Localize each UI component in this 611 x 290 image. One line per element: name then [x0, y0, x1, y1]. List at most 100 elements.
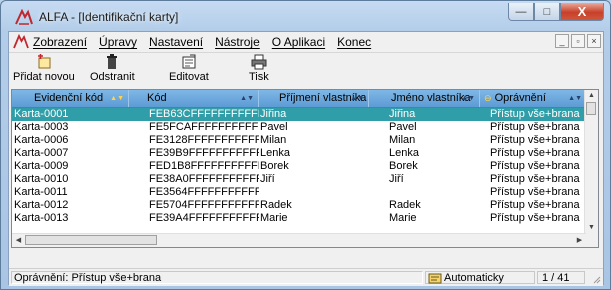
table-cell: Radek — [389, 199, 421, 211]
resize-grip-icon[interactable] — [591, 274, 601, 284]
scroll-corner — [585, 234, 598, 247]
status-record-position: 1 / 41 — [537, 271, 585, 284]
table-cell: Přístup vše+brana — [490, 186, 580, 198]
table-cell: Karta-0003 — [14, 121, 69, 133]
table-cell: Karta-0009 — [14, 160, 69, 172]
table-cell: Marie — [389, 212, 417, 224]
table-cell: Lenka — [260, 147, 290, 159]
table-row[interactable]: Karta-0011 FE3564FFFFFFFFFFFF Přístup vše+… — [12, 186, 586, 199]
horizontal-scrollbar[interactable]: ◀ ▶ — [12, 233, 586, 247]
menu-zobrazeni[interactable]: Zobrazení — [33, 35, 87, 49]
column-header-jmeno[interactable]: Jméno vlastníka ▲▼ — [369, 90, 480, 107]
menu-nastroje[interactable]: Nástroje — [215, 35, 260, 49]
table-cell: FED1B8FFFFFFFFFFFF — [149, 160, 259, 172]
title-bar[interactable]: ALFA - [Identifikační karty] — □ X — [1, 1, 610, 31]
menu-bar: Zobrazení Úpravy Nastavení Nástroje O Ap… — [9, 32, 603, 53]
sort-arrows-icon: ▲▼ — [461, 95, 475, 102]
column-header-prijmeni[interactable]: Příjmení vlastníka ▲▼ — [259, 90, 369, 107]
scroll-left-icon[interactable]: ◀ — [12, 234, 25, 247]
cards-grid[interactable]: Evidenční kód ▲▼ Kód ▲▼ Příjmení vlastní… — [11, 89, 599, 248]
grid-rows: Karta-0001 FEB63CFFFFFFFFFFFF Jiřina Jiřina… — [12, 108, 586, 225]
status-permission: Oprávnění: Přístup vše+brana — [11, 271, 423, 284]
column-header-label: Kód — [147, 92, 167, 104]
mdi-minimize-button[interactable]: _ — [555, 34, 569, 48]
menu-nastaveni[interactable]: Nastavení — [149, 35, 203, 49]
table-cell: Jiřina — [260, 108, 287, 120]
table-cell: Přístup vše+brana — [490, 108, 580, 120]
trash-icon — [107, 54, 118, 69]
minimize-button[interactable]: — — [508, 3, 534, 21]
table-cell: Lenka — [389, 147, 419, 159]
print-label: Tisk — [249, 71, 269, 83]
table-row[interactable]: Karta-0010 FE38A0FFFFFFFFFFFF Jiří Jiří Přís… — [12, 173, 586, 186]
table-cell: Milan — [260, 134, 287, 146]
add-card-icon — [37, 54, 51, 69]
table-cell: Karta-0007 — [14, 147, 69, 159]
close-button[interactable]: X — [560, 3, 604, 21]
status-mode[interactable]: Automaticky — [425, 271, 535, 284]
table-cell: Karta-0006 — [14, 134, 69, 146]
table-cell: Pavel — [389, 121, 417, 133]
mdi-restore-button[interactable]: ▫ — [571, 34, 585, 48]
table-cell: Jiří — [389, 173, 404, 185]
status-mode-label: Automaticky — [444, 272, 504, 284]
edit-button[interactable]: Editovat — [169, 54, 209, 83]
table-cell — [259, 186, 369, 199]
scroll-up-icon[interactable]: ▲ — [585, 90, 598, 102]
add-new-button[interactable]: Přidat novou — [13, 54, 75, 83]
sort-arrows-icon: ▲▼ — [110, 95, 124, 102]
table-cell: FE5704FFFFFFFFFFFF — [149, 199, 259, 211]
table-cell: FEB63CFFFFFFFFFFFF — [149, 108, 259, 120]
menu-items: Zobrazení Úpravy Nastavení Nástroje O Ap… — [33, 35, 371, 49]
table-cell: Přístup vše+brana — [490, 160, 580, 172]
mdi-close-button[interactable]: × — [587, 34, 601, 48]
delete-button[interactable]: Odstranit — [90, 54, 135, 83]
scroll-down-icon[interactable]: ▼ — [585, 222, 598, 234]
edit-label: Editovat — [169, 71, 209, 83]
table-row[interactable]: Karta-0001 FEB63CFFFFFFFFFFFF Jiřina Jiřina… — [12, 108, 586, 121]
menu-upravy[interactable]: Úpravy — [99, 35, 137, 49]
table-cell: Borek — [389, 160, 418, 172]
sort-arrows-icon: ▲▼ — [568, 95, 582, 102]
column-header-evidencni-kod[interactable]: Evidenční kód ▲▼ — [12, 90, 129, 107]
table-row[interactable]: Karta-0006 FE3128FFFFFFFFFFFF Milan Milan Př… — [12, 134, 586, 147]
table-row[interactable]: Karta-0009 FED1B8FFFFFFFFFFFF Borek Borek Př… — [12, 160, 586, 173]
table-cell: Přístup vše+brana — [490, 199, 580, 211]
table-cell: Karta-0011 — [14, 186, 68, 198]
key-icon: ⊖ — [484, 93, 492, 103]
mdi-client: Zobrazení Úpravy Nastavení Nástroje O Ap… — [8, 31, 604, 286]
alfa-child-icon[interactable] — [13, 34, 29, 49]
grid-header: Evidenční kód ▲▼ Kód ▲▼ Příjmení vlastní… — [12, 90, 586, 108]
table-cell: Marie — [260, 212, 288, 224]
mode-card-icon — [428, 273, 442, 284]
table-row[interactable]: Karta-0012 FE5704FFFFFFFFFFFF Radek Radek Př… — [12, 199, 586, 212]
table-cell: Přístup vše+brana — [490, 212, 580, 224]
column-header-kod[interactable]: Kód ▲▼ — [129, 90, 259, 107]
menu-o-aplikaci[interactable]: O Aplikaci — [272, 35, 325, 49]
table-row[interactable]: Karta-0013 FE39A4FFFFFFFFFFFF Marie Marie Př… — [12, 212, 586, 225]
status-bar: Oprávnění: Přístup vše+brana Automaticky… — [9, 268, 603, 286]
printer-icon — [251, 54, 267, 70]
table-cell: FE39A4FFFFFFFFFFFF — [149, 212, 259, 224]
table-cell: Karta-0013 — [14, 212, 69, 224]
table-cell: Přístup vše+brana — [490, 173, 580, 185]
column-header-opravneni[interactable]: ⊖ Oprávnění ▲▼ — [480, 90, 586, 107]
table-cell: Karta-0001 — [14, 108, 69, 120]
maximize-button[interactable]: □ — [534, 3, 560, 21]
vertical-scrollbar[interactable]: ▲ ▼ — [584, 90, 598, 234]
table-cell: Karta-0012 — [14, 199, 69, 211]
menu-konec[interactable]: Konec — [337, 35, 371, 49]
hscroll-thumb[interactable] — [25, 235, 157, 245]
table-row[interactable]: Karta-0003FE5FCAFFFFFFFFFFFFPavelPavelPř… — [12, 121, 586, 134]
scroll-thumb[interactable] — [586, 102, 596, 115]
app-window: ALFA - [Identifikační karty] — □ X Zobra… — [0, 0, 611, 290]
mdi-controls: _ ▫ × — [555, 34, 601, 48]
column-header-label: Evidenční kód — [34, 92, 104, 104]
table-cell: Přístup vše+brana — [490, 134, 580, 146]
window-title: ALFA - [Identifikační karty] — [39, 10, 179, 24]
table-cell: Přístup vše+brana — [490, 121, 580, 133]
column-header-label: Jméno vlastníka — [391, 92, 471, 104]
print-button[interactable]: Tisk — [249, 54, 269, 83]
table-row[interactable]: Karta-0007 FE39B9FFFFFFFFFFFF Lenka Lenka Př… — [12, 147, 586, 160]
window-controls: — □ X — [508, 3, 604, 23]
